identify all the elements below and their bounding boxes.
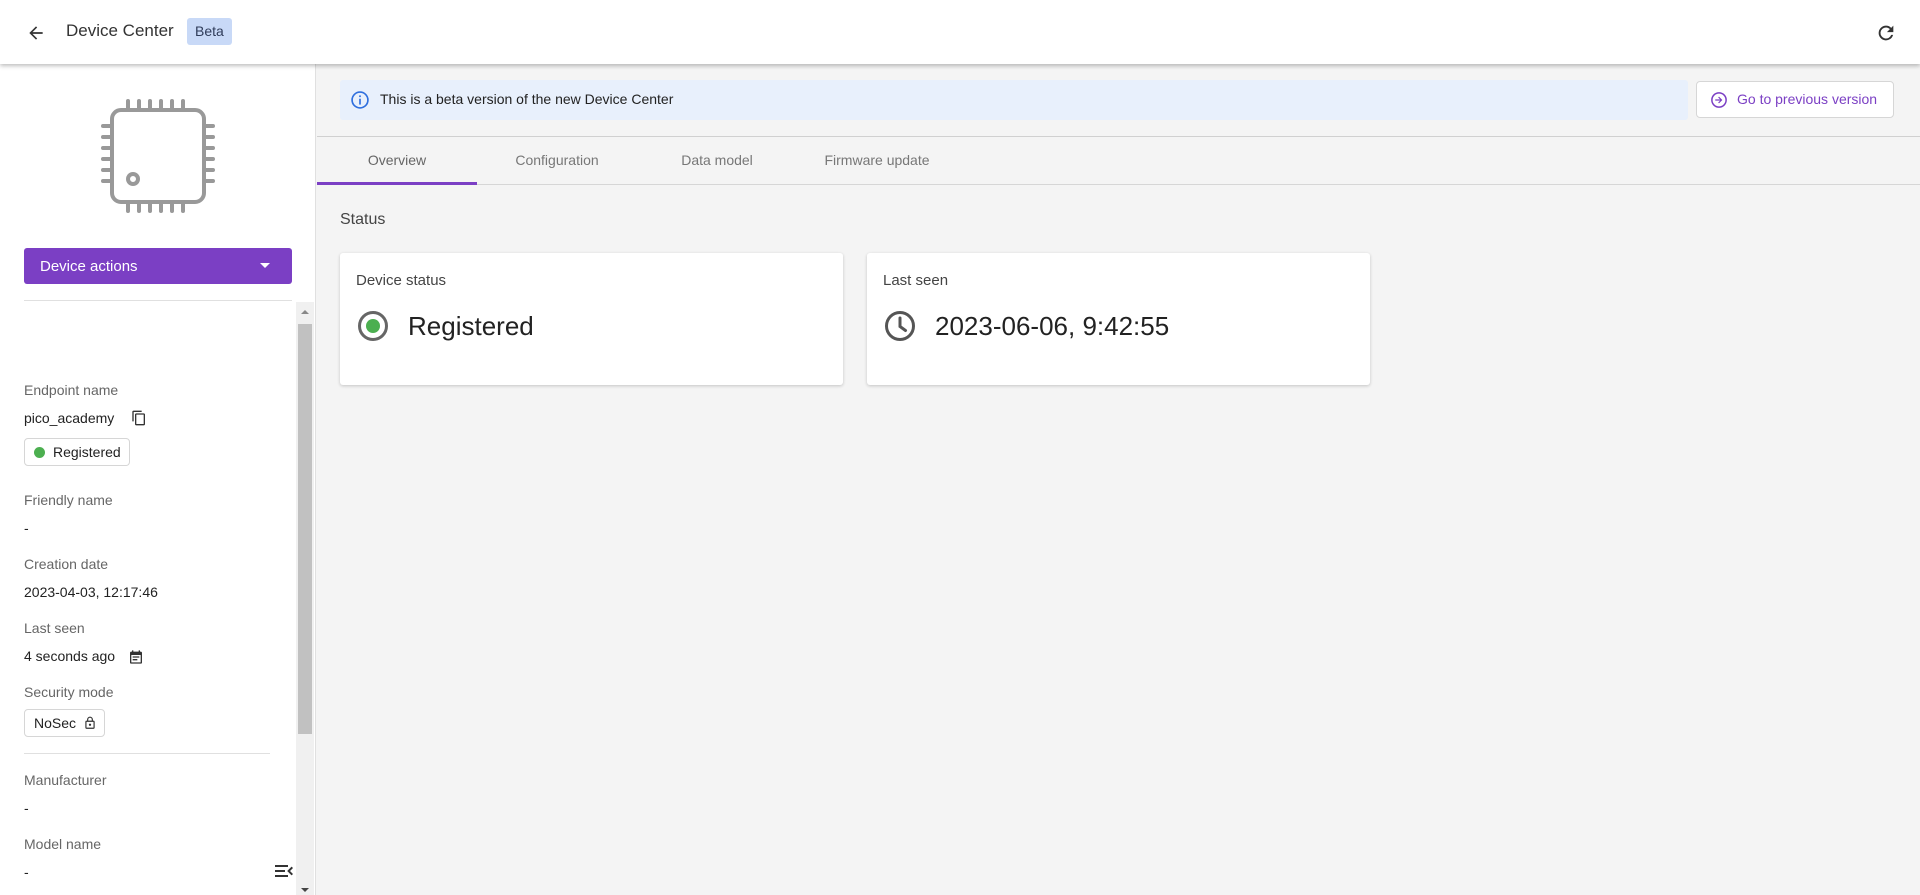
arrow-left-icon	[29, 26, 43, 40]
endpoint-name-value: pico_academy	[24, 410, 115, 426]
active-tab-indicator	[317, 182, 477, 185]
security-mode-value: NoSec	[34, 715, 77, 731]
model-name-value: -	[24, 864, 29, 880]
device-tabs: Overview Configuration Data model Firmwa…	[317, 136, 1920, 185]
device-status-title: Device status	[356, 272, 447, 289]
manufacturer-value: -	[24, 800, 29, 816]
security-mode-label: Security mode	[24, 684, 114, 700]
calendar-icon[interactable]	[128, 649, 144, 665]
beta-info-banner: This is a beta version of the new Device…	[340, 80, 1688, 120]
scroll-down-arrow-icon[interactable]	[296, 884, 314, 895]
registered-status-chip: Registered	[24, 438, 130, 466]
device-sidebar: Device actions Endpoint name pico_academ…	[0, 64, 316, 895]
device-status-value: Registered	[408, 311, 534, 341]
device-chip-icon	[101, 99, 215, 213]
device-details-list: Endpoint name pico_academy Registered Fr…	[0, 302, 296, 895]
info-icon	[351, 91, 369, 109]
previous-version-label: Go to previous version	[1737, 91, 1878, 107]
refresh-icon	[1878, 25, 1894, 41]
model-name-label: Model name	[24, 836, 102, 852]
arrow-circle-right-icon	[1711, 92, 1727, 108]
security-mode-chip: NoSec	[24, 709, 106, 737]
status-chip-label: Registered	[53, 444, 121, 460]
status-dot-icon	[34, 447, 45, 458]
friendly-name-value: -	[24, 520, 29, 536]
lock-icon	[85, 716, 95, 729]
status-section-title: Status	[340, 211, 386, 228]
back-button[interactable]	[22, 19, 50, 47]
last-seen-card-title: Last seen	[883, 272, 949, 289]
beta-banner-message: This is a beta version of the new Device…	[380, 91, 674, 107]
scrollbar-thumb[interactable]	[298, 324, 312, 734]
sidebar-scrollbar[interactable]	[296, 302, 314, 895]
caret-down-icon	[260, 263, 270, 268]
sidebar-section-divider	[24, 753, 270, 754]
last-seen-card-value: 2023-06-06, 9:42:55	[935, 311, 1170, 341]
creation-date-value: 2023-04-03, 12:17:46	[24, 584, 158, 600]
device-status-card: Device status Registered	[340, 253, 843, 385]
device-actions-label: Device actions	[40, 257, 138, 275]
tab-data-model[interactable]: Data model	[637, 137, 797, 185]
last-seen-card: Last seen 2023-06-06, 9:42:55	[867, 253, 1370, 385]
refresh-button[interactable]	[1872, 19, 1900, 47]
last-seen-value: 4 seconds ago	[24, 648, 116, 664]
creation-date-label: Creation date	[24, 556, 109, 572]
tab-firmware-update[interactable]: Firmware update	[797, 137, 957, 185]
collapse-sidebar-icon[interactable]	[272, 859, 296, 883]
go-to-previous-version-button[interactable]: Go to previous version	[1696, 81, 1895, 118]
beta-badge: Beta	[187, 18, 232, 45]
endpoint-name-label: Endpoint name	[24, 382, 119, 398]
manufacturer-label: Manufacturer	[24, 772, 107, 788]
clock-icon	[885, 311, 915, 341]
friendly-name-label: Friendly name	[24, 492, 113, 508]
registered-status-icon	[358, 311, 388, 341]
scroll-up-arrow-icon[interactable]	[296, 306, 314, 318]
device-actions-button[interactable]: Device actions	[24, 248, 292, 284]
tab-overview[interactable]: Overview	[317, 137, 477, 185]
top-app-bar: Device Center Beta	[0, 0, 1920, 64]
tab-configuration[interactable]: Configuration	[477, 137, 637, 185]
app-title: Device Center	[66, 21, 174, 40]
sidebar-divider	[24, 300, 292, 301]
copy-icon[interactable]	[131, 410, 147, 426]
last-seen-label: Last seen	[24, 620, 85, 636]
